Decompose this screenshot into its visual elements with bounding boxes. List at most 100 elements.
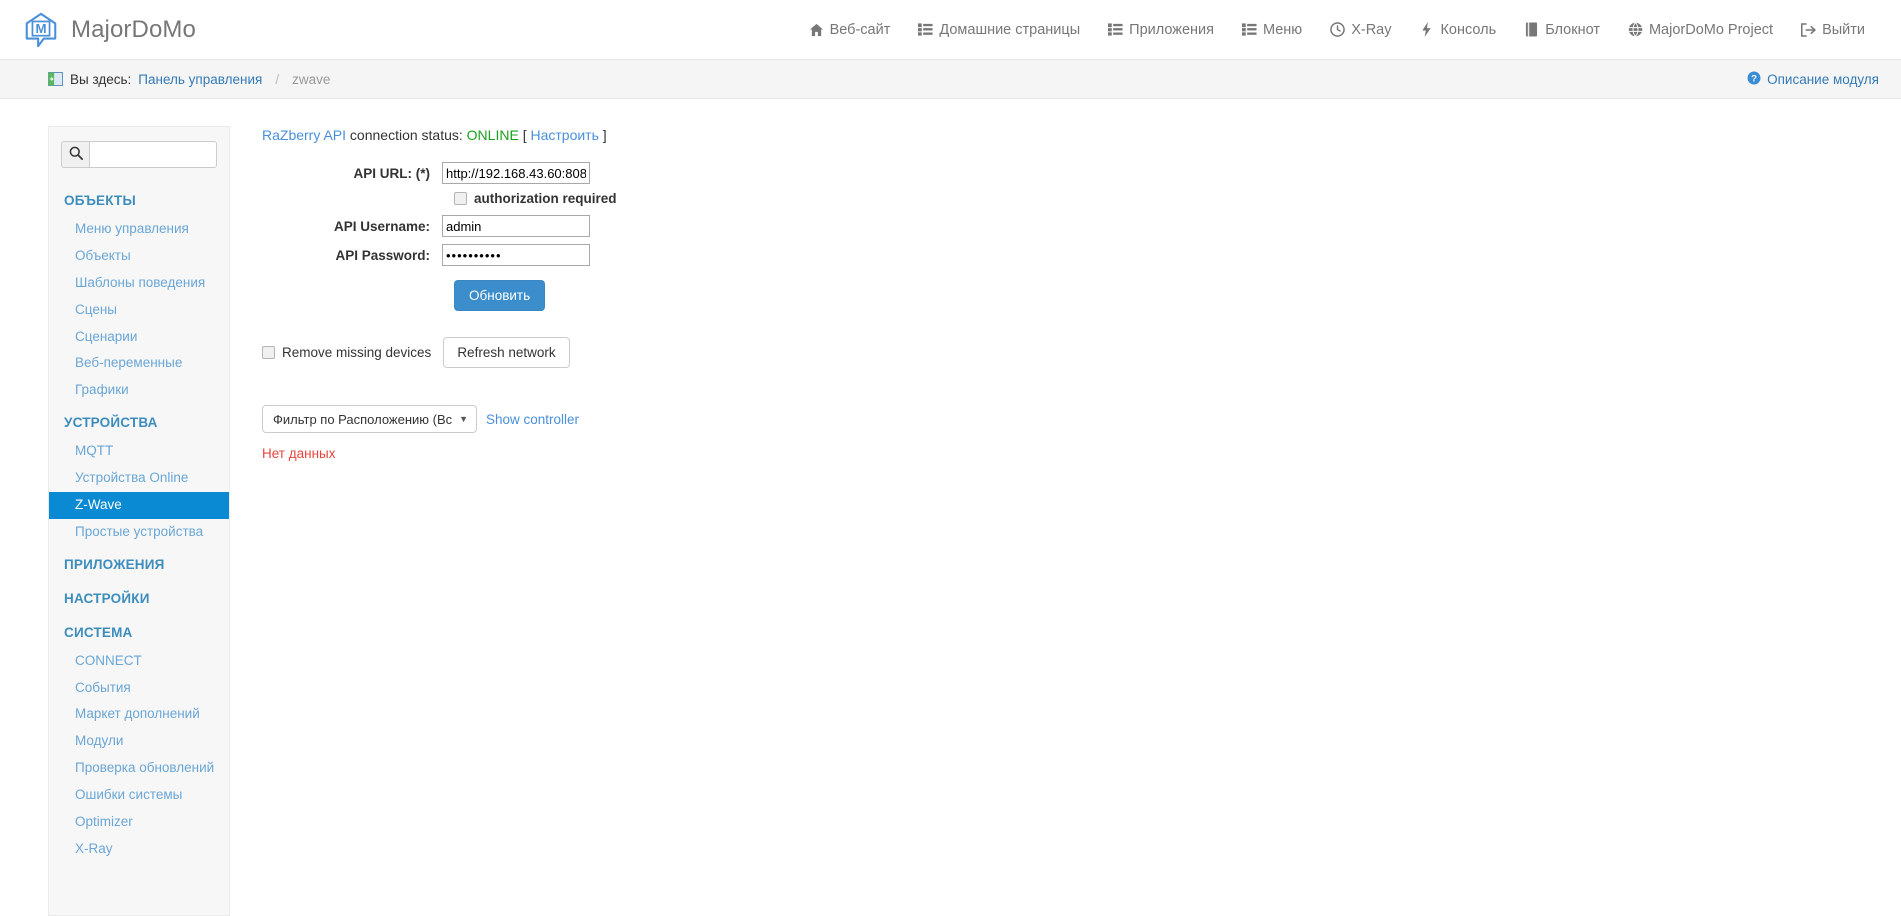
majordomo-house-m-logo-icon: M bbox=[22, 11, 60, 49]
sidebar-search bbox=[61, 141, 217, 168]
nav-label: Приложения bbox=[1129, 21, 1214, 38]
submit-row: Обновить bbox=[262, 280, 1901, 311]
api-status-text: connection status: bbox=[346, 127, 467, 143]
bolt-icon bbox=[1419, 22, 1434, 37]
sidebar-item-zwave[interactable]: Z-Wave bbox=[49, 491, 229, 519]
list-icon bbox=[1241, 22, 1257, 37]
list-icon bbox=[918, 22, 933, 37]
configure-link[interactable]: Настроить bbox=[530, 127, 598, 143]
brand-logo-link[interactable]: M MajorDoMo bbox=[14, 11, 196, 49]
breadcrumb-root-link[interactable]: Панель управления bbox=[138, 72, 262, 87]
filter-row: Фильтр по Расположению (Все) ▼ Show cont… bbox=[262, 405, 1901, 433]
sidebar-item-devices-online[interactable]: Устройства Online bbox=[49, 465, 229, 492]
nav-item-website[interactable]: Веб-сайт bbox=[795, 12, 905, 48]
authorization-required-checkbox[interactable] bbox=[454, 192, 467, 205]
api-username-row: API Username: bbox=[262, 215, 1901, 237]
sidebar-group-title-settings: НАСТРОЙКИ bbox=[64, 590, 150, 606]
remove-missing-devices-label: Remove missing devices bbox=[282, 345, 432, 360]
sidebar-group-title-objects: ОБЪЕКТЫ bbox=[64, 193, 136, 208]
question-circle-icon: ? bbox=[1747, 71, 1761, 88]
api-username-label: API Username: bbox=[333, 218, 430, 234]
nav-item-applications[interactable]: Приложения bbox=[1094, 12, 1228, 48]
remove-missing-devices-checkbox[interactable] bbox=[262, 346, 275, 359]
refresh-network-button[interactable]: Refresh network bbox=[443, 337, 570, 368]
api-username-input[interactable] bbox=[442, 215, 590, 237]
show-controller-link[interactable]: Show controller bbox=[486, 412, 579, 427]
breadcrumb-separator: / bbox=[275, 71, 280, 87]
nav-item-majordomo-project[interactable]: MajorDoMo Project bbox=[1614, 12, 1787, 48]
nav-item-xray[interactable]: X-Ray bbox=[1316, 12, 1405, 48]
nav-label: Консоль bbox=[1440, 21, 1497, 38]
nav-label: Меню bbox=[1262, 21, 1303, 38]
search-button[interactable] bbox=[61, 141, 89, 168]
network-actions-row: Remove missing devices Refresh network bbox=[262, 337, 1901, 368]
bracket-open: [ bbox=[522, 127, 527, 143]
nav-item-menu[interactable]: Меню bbox=[1228, 12, 1316, 48]
sidebar-group-title-applications: ПРИЛОЖЕНИЯ bbox=[64, 556, 165, 572]
breadcrumb: Вы здесь: Панель управления / zwave bbox=[48, 72, 330, 87]
nav-label: Домашние страницы bbox=[939, 21, 1081, 38]
nav-item-logout[interactable]: Выйти bbox=[1787, 12, 1879, 48]
sidebar-item-scenes[interactable]: Сцены bbox=[49, 297, 229, 324]
sidebar-group-title-system: СИСТЕМА bbox=[64, 624, 133, 640]
sidebar-item-connect[interactable]: CONNECT bbox=[49, 648, 229, 675]
sidebar-item-objects[interactable]: Объекты bbox=[49, 243, 229, 270]
globe-icon bbox=[1628, 22, 1643, 37]
nav-item-notepad[interactable]: Блокнот bbox=[1510, 12, 1614, 48]
sidebar-item-check-updates[interactable]: Проверка обновлений bbox=[49, 755, 229, 782]
sidebar-item-behavior-templates[interactable]: Шаблоны поведения bbox=[49, 270, 229, 297]
api-url-row: API URL: (*) bbox=[262, 162, 1901, 184]
sidebar-item-control-menu[interactable]: Меню управления bbox=[49, 216, 229, 243]
breadcrumb-current: zwave bbox=[292, 71, 331, 87]
sidebar-item-mqtt[interactable]: MQTT bbox=[49, 438, 229, 465]
sidebar-item-optimizer[interactable]: Optimizer bbox=[49, 809, 229, 836]
sidebar-item-events[interactable]: События bbox=[49, 675, 229, 702]
book-icon bbox=[1524, 22, 1539, 37]
sidebar-group-title-devices: УСТРОЙСТВА bbox=[64, 415, 158, 431]
api-password-row: API Password: bbox=[262, 244, 1901, 266]
top-navbar: M MajorDoMo Веб-сайт Домашние страницы П… bbox=[0, 0, 1901, 60]
brand-title: MajorDoMo bbox=[71, 15, 196, 43]
nav-label: X-Ray bbox=[1351, 21, 1392, 38]
authorization-required-label: authorization required bbox=[474, 191, 617, 206]
sidebar-item-modules[interactable]: Модули bbox=[49, 728, 229, 755]
nav-item-home-pages[interactable]: Домашние страницы bbox=[904, 12, 1094, 48]
clock-icon bbox=[1330, 22, 1345, 37]
sidebar-item-xray[interactable]: X-Ray bbox=[49, 836, 229, 863]
sidebar-item-system-errors[interactable]: Ошибки системы bbox=[49, 782, 229, 809]
sidebar-item-simple-devices[interactable]: Простые устройства bbox=[49, 519, 229, 546]
api-status-value: ONLINE bbox=[466, 127, 519, 143]
navbar-links: Веб-сайт Домашние страницы Приложения Ме… bbox=[795, 12, 1879, 48]
nav-item-console[interactable]: Консоль bbox=[1405, 12, 1510, 48]
sidebar: ОБЪЕКТЫ Меню управления Объекты Шаблоны … bbox=[48, 126, 230, 916]
home-icon bbox=[809, 22, 824, 37]
breadcrumb-bar: Вы здесь: Панель управления / zwave ? Оп… bbox=[0, 60, 1901, 99]
sidebar-item-charts[interactable]: Графики bbox=[49, 377, 229, 404]
location-filter-select[interactable]: Фильтр по Расположению (Все) bbox=[262, 405, 477, 433]
svg-text:?: ? bbox=[1751, 73, 1757, 84]
sign-out-icon bbox=[1801, 22, 1816, 37]
empty-state-message: Нет данных bbox=[262, 446, 336, 461]
nav-label: Блокнот bbox=[1545, 21, 1600, 38]
nav-label: MajorDoMo Project bbox=[1648, 21, 1774, 38]
breadcrumb-prefix: Вы здесь: bbox=[70, 71, 132, 87]
bracket-close: ] bbox=[602, 127, 607, 143]
module-description-link[interactable]: ? Описание модуля bbox=[1747, 71, 1879, 88]
api-url-label: API URL: (*) bbox=[353, 165, 431, 181]
sidebar-item-web-variables[interactable]: Веб-переменные bbox=[49, 350, 229, 377]
api-status-line: RaZberry API connection status: ONLINE [… bbox=[262, 125, 1901, 146]
update-button[interactable]: Обновить bbox=[454, 280, 546, 311]
api-url-input[interactable] bbox=[442, 162, 590, 184]
razberry-api-link[interactable]: RaZberry API bbox=[262, 127, 346, 143]
search-input[interactable] bbox=[89, 141, 217, 168]
authorization-required-row: authorization required bbox=[262, 191, 1901, 206]
location-filter-wrap: Фильтр по Расположению (Все) ▼ bbox=[262, 405, 477, 433]
api-password-input[interactable] bbox=[442, 244, 590, 266]
nav-label: Веб-сайт bbox=[829, 21, 891, 38]
sidebar-item-scenarios[interactable]: Сценарии bbox=[49, 324, 229, 351]
nav-label: Выйти bbox=[1822, 21, 1865, 38]
sidebar-item-addons-market[interactable]: Маркет дополнений bbox=[49, 701, 229, 728]
page-body: ОБЪЕКТЫ Меню управления Объекты Шаблоны … bbox=[0, 99, 1901, 916]
search-icon bbox=[69, 146, 83, 163]
module-description-label: Описание модуля bbox=[1767, 71, 1879, 87]
